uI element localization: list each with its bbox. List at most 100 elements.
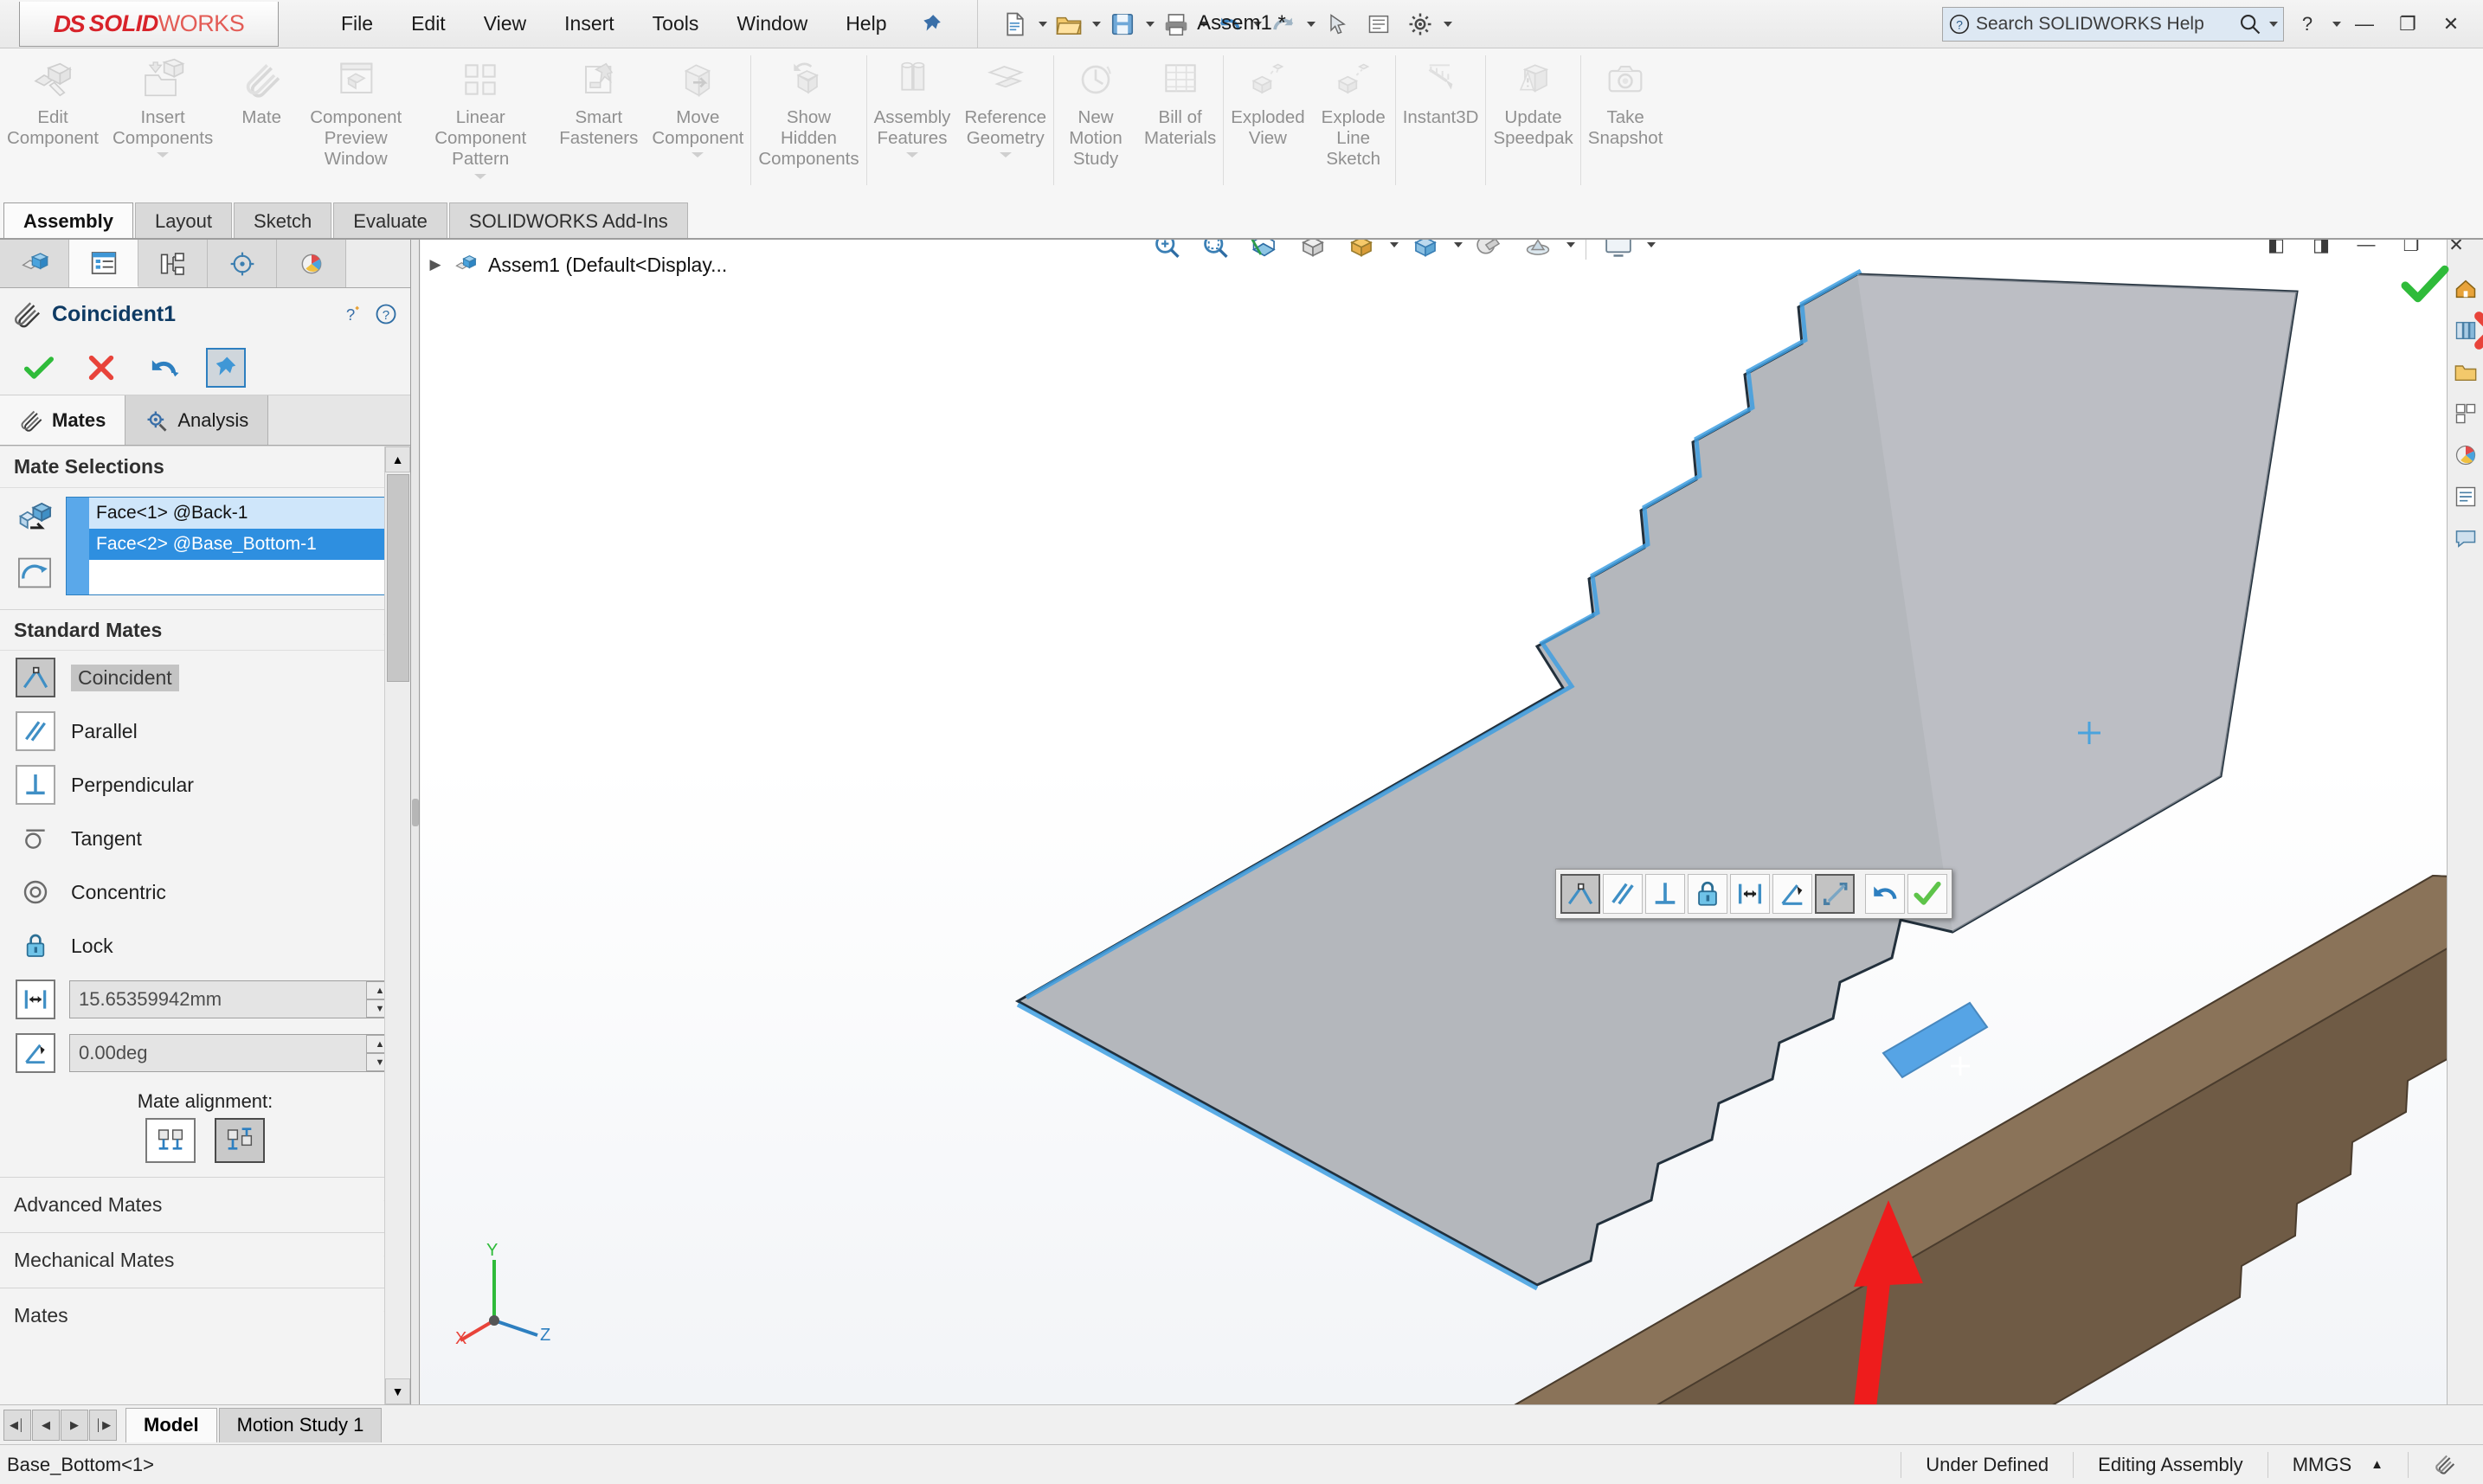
help-dropdown-caret[interactable]: [2332, 21, 2341, 27]
tab-motion-study-1[interactable]: Motion Study 1: [218, 1407, 383, 1442]
anti-aligned-button[interactable]: [215, 1118, 265, 1163]
scroll-down-arrow[interactable]: ▼: [385, 1378, 410, 1404]
appearances-scenes-icon[interactable]: [2450, 440, 2481, 470]
save-caret[interactable]: [1145, 21, 1155, 27]
angle-mate-icon[interactable]: [16, 1033, 55, 1073]
redo-caret[interactable]: [1306, 21, 1315, 27]
search-icon[interactable]: [2238, 12, 2262, 36]
mate-alignment-popup-button[interactable]: [1815, 874, 1855, 914]
minimize-button[interactable]: —: [2345, 7, 2384, 42]
restore-button[interactable]: ❐: [2388, 7, 2428, 42]
angle-popup-button[interactable]: [1772, 874, 1812, 914]
parallel-popup-button[interactable]: [1603, 874, 1643, 914]
mate-option-coincident[interactable]: Coincident: [0, 651, 410, 704]
ok-button[interactable]: [19, 348, 59, 388]
mate-option-perpendicular[interactable]: Perpendicular: [0, 758, 410, 812]
apply-scene-caret[interactable]: [1566, 242, 1575, 247]
maximize-window-icon[interactable]: ❐: [2393, 240, 2429, 262]
confirm-cancel-icon[interactable]: [2471, 309, 2483, 352]
first-tab-button[interactable]: ◀│: [3, 1409, 31, 1441]
mate-popup-toolbar[interactable]: [1555, 869, 1952, 919]
menu-file[interactable]: File: [322, 7, 392, 41]
advanced-mates-section[interactable]: Advanced Mates ▼: [0, 1177, 410, 1232]
previous-tab-button[interactable]: ◀: [32, 1409, 60, 1441]
help-menu-button[interactable]: ?: [2287, 7, 2327, 42]
perpendicular-popup-button[interactable]: [1645, 874, 1685, 914]
chevron-down-icon[interactable]: [904, 151, 920, 159]
chevron-down-icon[interactable]: [998, 151, 1013, 159]
previous-view-icon[interactable]: ◧: [2258, 240, 2294, 262]
open-document-caret[interactable]: [1091, 21, 1101, 27]
view-palette-icon[interactable]: [2450, 399, 2481, 428]
panel-splitter[interactable]: [411, 240, 420, 1404]
pin-icon[interactable]: [917, 10, 946, 39]
file-explorer-icon[interactable]: [2450, 357, 2481, 387]
menu-tools[interactable]: Tools: [634, 7, 718, 41]
ribbon-assembly-features[interactable]: Assembly Features: [867, 48, 958, 159]
undo-button[interactable]: [144, 348, 183, 388]
units-caret-icon[interactable]: ▲: [2370, 1457, 2383, 1472]
mechanical-mates-section[interactable]: Mechanical Mates ▼: [0, 1232, 410, 1288]
display-manager-tab[interactable]: [277, 240, 346, 287]
tab-solidworks-addins[interactable]: SOLIDWORKS Add-Ins: [448, 202, 688, 239]
menu-view[interactable]: View: [465, 7, 545, 41]
search-input[interactable]: ? Search SOLIDWORKS Help: [1942, 6, 2284, 42]
options-caret[interactable]: [1443, 21, 1452, 27]
ribbon-linear-component-pattern[interactable]: Linear Component Pattern: [408, 48, 552, 181]
custom-properties-icon[interactable]: [2450, 482, 2481, 511]
mate-option-concentric[interactable]: Concentric: [0, 865, 410, 919]
list-item[interactable]: Face<2> @Base_Bottom-1: [89, 529, 397, 560]
edit-appearance-icon[interactable]: [1468, 240, 1511, 266]
print-icon[interactable]: [1156, 6, 1196, 42]
angle-value-input[interactable]: 0.00deg ▲ ▼: [69, 1034, 395, 1072]
ribbon-edit-component[interactable]: Edit Component: [0, 48, 106, 149]
feature-manager-tab[interactable]: [0, 240, 69, 287]
mate-selections-list[interactable]: Face<1> @Back-1 Face<2> @Base_Bottom-1: [66, 497, 398, 595]
section-view-icon[interactable]: [1243, 240, 1286, 266]
options-icon[interactable]: [1400, 6, 1440, 42]
menu-edit[interactable]: Edit: [392, 7, 465, 41]
coincident-popup-button[interactable]: [1560, 874, 1600, 914]
aligned-button[interactable]: [145, 1118, 196, 1163]
view-orientation-icon[interactable]: [1291, 240, 1335, 266]
graphics-area[interactable]: ◧ ◨ — ❐ ✕ ▶ Assem1 (Default<Display... Y…: [421, 240, 2483, 1404]
property-manager-scrollbar[interactable]: ▲ ▼: [384, 446, 410, 1404]
minimize-window-icon[interactable]: —: [2348, 240, 2384, 262]
menu-window[interactable]: Window: [717, 7, 827, 41]
home-icon[interactable]: [2450, 274, 2481, 304]
ribbon-smart-fasteners[interactable]: Smart Fasteners: [552, 48, 645, 149]
solidworks-forum-icon[interactable]: [2450, 524, 2481, 553]
ribbon-reference-geometry[interactable]: Reference Geometry: [957, 48, 1053, 159]
list-item[interactable]: Face<1> @Back-1: [89, 498, 397, 529]
ribbon-update-speedpak[interactable]: Update Speedpak: [1486, 48, 1579, 149]
status-units[interactable]: MMGS ▲: [2267, 1451, 2408, 1478]
ribbon-take-snapshot[interactable]: Take Snapshot: [1581, 48, 1670, 149]
distance-popup-button[interactable]: [1730, 874, 1770, 914]
tab-analysis[interactable]: Analysis: [125, 395, 269, 445]
distance-mate-icon[interactable]: [16, 980, 55, 1019]
last-tab-button[interactable]: │▶: [89, 1409, 117, 1441]
ribbon-instant3d[interactable]: Instant3D: [1396, 48, 1486, 128]
mate-option-lock[interactable]: Lock: [0, 919, 410, 973]
save-icon[interactable]: [1103, 6, 1142, 42]
next-view-icon[interactable]: ◨: [2303, 240, 2339, 262]
tab-sketch[interactable]: Sketch: [234, 202, 332, 239]
hide-show-caret[interactable]: [1454, 242, 1463, 247]
mate-option-parallel[interactable]: Parallel: [0, 704, 410, 758]
sw-status-icon[interactable]: [2408, 1451, 2483, 1478]
splitter-grip[interactable]: [412, 799, 419, 827]
mate-option-tangent[interactable]: Tangent: [0, 812, 410, 865]
new-document-icon[interactable]: [995, 6, 1035, 42]
ribbon-explode-line-sketch[interactable]: Explode Line Sketch: [1312, 48, 1395, 170]
select-icon[interactable]: [1317, 6, 1357, 42]
new-document-caret[interactable]: [1038, 21, 1047, 27]
tab-model[interactable]: Model: [125, 1407, 217, 1442]
chevron-down-icon[interactable]: [473, 172, 488, 181]
menu-insert[interactable]: Insert: [545, 7, 634, 41]
ribbon-component-preview-window[interactable]: Component Preview Window: [303, 48, 408, 170]
tab-assembly[interactable]: Assembly: [3, 202, 133, 239]
tab-evaluate[interactable]: Evaluate: [333, 202, 447, 239]
ribbon-bill-of-materials[interactable]: Bill of Materials: [1137, 48, 1223, 149]
whats-wrong-icon[interactable]: ?: [341, 302, 365, 326]
keep-visible-pushpin-button[interactable]: [206, 347, 246, 388]
